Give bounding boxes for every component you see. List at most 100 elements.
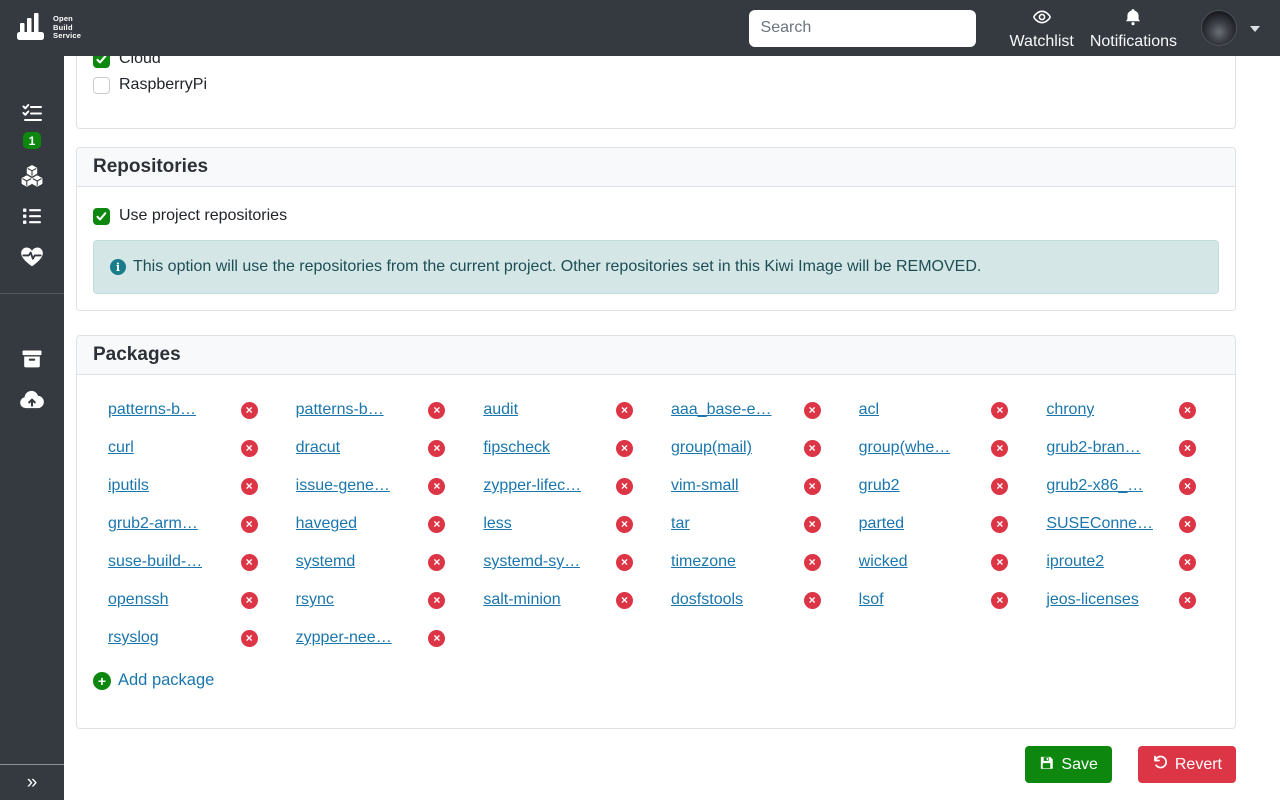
package-link[interactable]: fipscheck [483,439,550,457]
remove-package-button[interactable]: × [616,440,633,457]
remove-package-button[interactable]: × [241,440,258,457]
package-cell: wicked × [844,543,1032,581]
package-link[interactable]: zypper-nee… [296,629,392,647]
remove-package-button[interactable]: × [1179,592,1196,609]
package-link[interactable]: SUSEConne… [1046,515,1153,533]
package-link[interactable]: rsync [296,591,334,609]
eye-icon [1031,7,1053,32]
search-input[interactable] [749,10,976,47]
remove-package-button[interactable]: × [991,440,1008,457]
sidebar-item-packages[interactable] [18,165,46,191]
profile-checkbox[interactable] [93,77,110,94]
remove-package-button[interactable]: × [804,478,821,495]
package-link[interactable]: acl [859,401,879,419]
package-link[interactable]: issue-gene… [296,477,390,495]
package-link[interactable]: timezone [671,553,736,571]
package-link[interactable]: systemd [296,553,356,571]
remove-package-button[interactable]: × [241,630,258,647]
package-link[interactable]: wicked [859,553,908,571]
package-link[interactable]: grub2-x86_… [1046,477,1143,495]
package-link[interactable]: curl [108,439,134,457]
remove-package-button[interactable]: × [991,554,1008,571]
remove-package-button[interactable]: × [804,516,821,533]
revert-button[interactable]: Revert [1138,746,1236,783]
package-link[interactable]: aaa_base-e… [671,401,772,419]
package-link[interactable]: iputils [108,477,149,495]
remove-package-button[interactable]: × [804,592,821,609]
user-menu[interactable] [1201,10,1260,46]
remove-package-button[interactable]: × [804,402,821,419]
watchlist-button[interactable]: Watchlist [1002,5,1082,51]
package-link[interactable]: lsof [859,591,884,609]
save-button[interactable]: Save [1025,746,1111,783]
package-cell: fipscheck × [468,429,656,467]
package-link[interactable]: grub2-arm… [108,515,198,533]
remove-package-button[interactable]: × [616,478,633,495]
remove-package-button[interactable]: × [1179,402,1196,419]
package-link[interactable]: tar [671,515,690,533]
sidebar-item-upload[interactable] [18,388,46,414]
profile-label: RaspberryPi [119,76,207,94]
remove-package-button[interactable]: × [428,554,445,571]
remove-package-button[interactable]: × [428,478,445,495]
package-cell: chrony × [1031,391,1219,429]
remove-package-button[interactable]: × [804,440,821,457]
package-link[interactable]: group(mail) [671,439,752,457]
package-link[interactable]: chrony [1046,401,1094,419]
remove-package-button[interactable]: × [616,516,633,533]
obs-logo[interactable]: Open Build Service [0,10,81,47]
remove-package-button[interactable]: × [991,478,1008,495]
remove-package-button[interactable]: × [428,630,445,647]
package-link[interactable]: dosfstools [671,591,743,609]
remove-package-button[interactable]: × [241,554,258,571]
package-link[interactable]: dracut [296,439,340,457]
package-link[interactable]: suse-build-… [108,553,202,571]
use-project-repositories-checkbox[interactable] [93,208,110,225]
remove-package-button[interactable]: × [804,554,821,571]
sidebar-collapse-button[interactable]: » [0,764,64,800]
remove-package-button[interactable]: × [1179,440,1196,457]
notifications-button[interactable]: Notifications [1082,5,1185,51]
remove-package-button[interactable]: × [241,402,258,419]
sidebar-item-repositories[interactable] [18,348,46,374]
package-link[interactable]: patterns-b… [108,401,196,419]
sidebar-item-tasks[interactable] [18,102,46,128]
package-link[interactable]: patterns-b… [296,401,384,419]
remove-package-button[interactable]: × [241,478,258,495]
sidebar-item-monitor[interactable] [18,245,46,271]
package-link[interactable]: iproute2 [1046,553,1104,571]
remove-package-button[interactable]: × [428,402,445,419]
package-link[interactable]: openssh [108,591,169,609]
remove-package-button[interactable]: × [616,592,633,609]
package-link[interactable]: grub2 [859,477,900,495]
add-package-link[interactable]: + Add package [93,671,214,690]
package-link[interactable]: rsyslog [108,629,159,647]
remove-package-button[interactable]: × [1179,516,1196,533]
remove-package-button[interactable]: × [241,516,258,533]
package-link[interactable]: zypper-lifec… [483,477,581,495]
remove-package-button[interactable]: × [241,592,258,609]
package-cell: timezone × [656,543,844,581]
remove-package-button[interactable]: × [1179,478,1196,495]
package-link[interactable]: salt-minion [483,591,560,609]
package-cell: aaa_base-e… × [656,391,844,429]
package-link[interactable]: systemd-sy… [483,553,580,571]
package-link[interactable]: audit [483,401,518,419]
package-link[interactable]: vim-small [671,477,739,495]
sidebar-item-list[interactable] [18,205,46,231]
package-link[interactable]: less [483,515,511,533]
remove-package-button[interactable]: × [616,402,633,419]
remove-package-button[interactable]: × [616,554,633,571]
remove-package-button[interactable]: × [428,440,445,457]
package-link[interactable]: grub2-bran… [1046,439,1140,457]
package-link[interactable]: jeos-licenses [1046,591,1138,609]
remove-package-button[interactable]: × [991,402,1008,419]
remove-package-button[interactable]: × [428,592,445,609]
package-link[interactable]: parted [859,515,904,533]
remove-package-button[interactable]: × [991,516,1008,533]
remove-package-button[interactable]: × [428,516,445,533]
package-link[interactable]: haveged [296,515,357,533]
remove-package-button[interactable]: × [1179,554,1196,571]
package-link[interactable]: group(whe… [859,439,951,457]
remove-package-button[interactable]: × [991,592,1008,609]
